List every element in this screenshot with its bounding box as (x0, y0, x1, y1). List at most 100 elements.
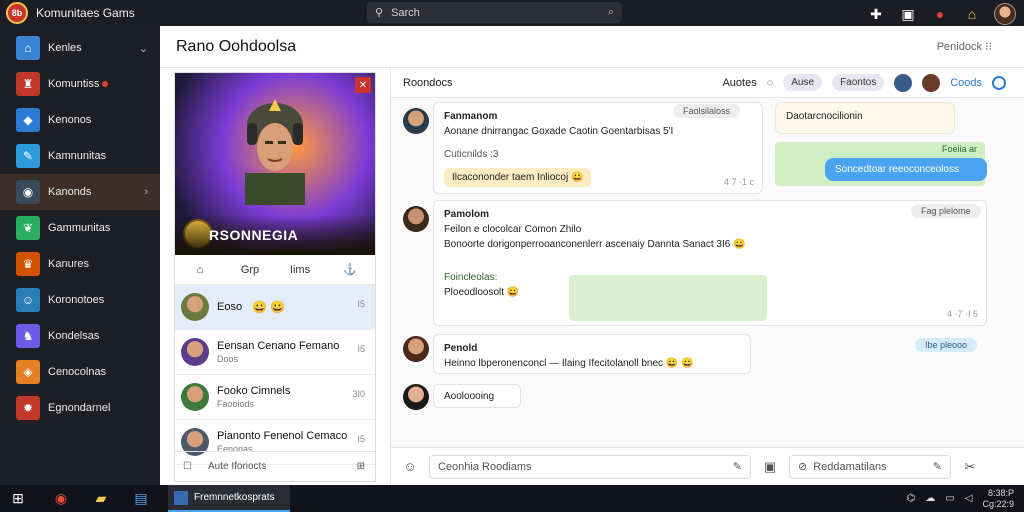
avatar[interactable] (403, 336, 429, 362)
search-submit-icon[interactable]: ⌕ (608, 6, 614, 19)
home-icon[interactable]: ⌂ (962, 4, 982, 24)
trophy-icon: ♛ (16, 252, 40, 276)
green-label: Foeiia ar (941, 144, 977, 154)
sidebar-item[interactable]: ⌂ Kenles ⌄ (0, 30, 160, 66)
pill-button[interactable]: Ause (783, 74, 823, 91)
footer-label[interactable]: Aute Iforiocts (208, 461, 266, 472)
user-avatar[interactable] (994, 3, 1016, 25)
friend-name: Eoso (217, 301, 243, 313)
timestamp: 4 7 ·1 c (723, 176, 754, 187)
sidebar-item-label: Kondelsas (48, 330, 100, 342)
settings-icon[interactable]: ◌ (767, 77, 774, 89)
image-icon[interactable]: ▣ (761, 458, 779, 476)
checkbox-icon[interactable]: ☐ (183, 461, 192, 472)
status-ring-icon[interactable] (992, 75, 1006, 90)
friend-status: Faooiods (217, 399, 255, 409)
list-item[interactable]: Fooko Cimnels Faooiods 3I0 (175, 375, 375, 420)
folder-icon[interactable]: ▰ (86, 485, 116, 512)
sidebar-item[interactable]: ♞ Kondelsas (0, 318, 160, 354)
home-icon: ⌂ (16, 36, 40, 60)
display-icon[interactable]: ▭ (945, 493, 954, 504)
fire-icon: ✹ (16, 396, 40, 420)
close-icon[interactable]: ✕ (355, 77, 371, 93)
sidebar-item[interactable]: ✹ Egnondarnel (0, 390, 160, 426)
gem-icon: ◈ (16, 360, 40, 384)
page-title: Rano Oohdoolsa (176, 37, 297, 55)
chevron-icon[interactable]: › (144, 186, 148, 198)
friends-list: Eoso 😀 😀 I5 Eensan Cenano Femano Doos I5 Fooko… (175, 285, 375, 465)
sidebar-item[interactable]: ♜ Komuntiss (0, 66, 160, 102)
inbox-icon[interactable]: ▣ (898, 4, 918, 24)
message-input[interactable]: Ceonhia Roodiams ✎ (429, 454, 751, 479)
store-icon[interactable]: ▤ (126, 485, 156, 512)
header-menu[interactable]: Penidock ⁝⁝ (937, 40, 992, 53)
avatar (181, 383, 209, 411)
taskbar-app-button[interactable]: Fremnnetkosprats (168, 485, 290, 512)
chevron-icon[interactable]: ⌄ (139, 42, 148, 55)
message-text-2: Bonoorte dorigonperrooanconenlerr ascena… (444, 239, 746, 250)
clock[interactable]: 8:38:P Cg:22:9 (982, 488, 1014, 510)
home-tab-icon[interactable]: ⌂ (175, 264, 225, 276)
participant-avatar[interactable] (894, 73, 913, 92)
network-icon[interactable]: ⌬ (907, 493, 916, 504)
friend-name: Fooko Cimnels (217, 385, 291, 397)
sidebar-item[interactable]: ❦ Gammunitas (0, 210, 160, 246)
sidebar-item-label: Kanonds (48, 186, 92, 198)
secondary-input[interactable]: ⊘ Reddamatilans ✎ (789, 454, 951, 479)
message-bubble: Aooloooing (433, 384, 521, 408)
message-tag[interactable]: Faolsilaloss (673, 104, 741, 118)
hero-character-image (245, 99, 305, 205)
avatar[interactable] (403, 108, 429, 134)
browser-icon[interactable]: ◉ (46, 485, 76, 512)
list-item[interactable]: Eoso 😀 😀 I5 (175, 285, 375, 330)
character-icon: ☺ (16, 288, 40, 312)
sticker-icon[interactable]: ☺ (401, 458, 419, 476)
controller-icon: ◉ (16, 180, 40, 204)
taskbar-app-label: Fremnnetkosprats (194, 492, 275, 503)
list-item[interactable]: Eensan Cenano Femano Doos I5 (175, 330, 375, 375)
search-icon: ⚲ (375, 7, 384, 19)
puzzle-icon[interactable]: ✚ (866, 4, 886, 24)
sidebar-item-label: Komuntiss (48, 78, 100, 90)
actions-label[interactable]: Auotes (722, 77, 756, 89)
sidebar-item-label: Kenles (48, 42, 82, 54)
pen-icon[interactable]: ✎ (733, 460, 742, 473)
game-card: ✕ RSONNEGIA ⌂ Grp Iims ⚓ Eoso 😀 😀 I5 Eensan… (174, 72, 376, 482)
avatar[interactable] (403, 206, 429, 232)
notification-icon[interactable]: ● (930, 4, 950, 24)
chat-title: Roondocs (403, 76, 453, 89)
tab-items[interactable]: Iims (275, 264, 325, 276)
anchor-icon[interactable]: ⚓ (325, 263, 375, 276)
friend-name: Eensan Cenano Femano (217, 340, 340, 352)
community-icon: ♜ (16, 72, 40, 96)
avatar[interactable] (403, 384, 429, 410)
message-text: Heinno lbperonenconcl — Ilaing Ifecitola… (444, 358, 694, 369)
sidebar-item[interactable]: ◈ Cenocolnas (0, 354, 160, 390)
sidebar-item[interactable]: ◉ Kanonds › (0, 174, 160, 210)
windows-start-icon[interactable]: ⊞ (0, 485, 36, 512)
friend-count: I5 (357, 344, 365, 354)
message-tag[interactable]: Fag plelome (911, 204, 981, 218)
emoji-icon: 😀 😀 (252, 300, 286, 314)
cloud-icon[interactable]: ☁ (925, 493, 935, 504)
timestamp: 4 ·7 ·I 5 (946, 308, 978, 319)
pen-icon[interactable]: ✎ (933, 460, 942, 473)
sidebar-item[interactable]: ◆ Kenonos (0, 102, 160, 138)
volume-icon[interactable]: ◁ (965, 493, 973, 504)
message-bubble: Pamolom Feilon e clocolcar Comon Zhilo B… (433, 200, 987, 326)
tools-icon[interactable]: ✂ (961, 458, 979, 476)
grid-icon[interactable]: ⊞ (357, 461, 365, 472)
participant-avatar[interactable] (922, 73, 941, 92)
taskbar: ⊞ ◉ ▰ ▤ Fremnnetkosprats ⌬ ☁ ▭ ◁ 8:38:P … (0, 485, 1024, 512)
chat-icon: ✎ (16, 144, 40, 168)
search-input[interactable]: ⚲ Sarch ⌕ (367, 2, 622, 23)
sidebar-item[interactable]: ☺ Koronotoes (0, 282, 160, 318)
message-tag[interactable]: Ibe pleooo (915, 338, 978, 352)
codes-link[interactable]: Coods (950, 77, 982, 89)
sidebar-item-label: Cenocolnas (48, 366, 107, 378)
sidebar-item[interactable]: ✎ Kamnunitas (0, 138, 160, 174)
sidebar-item[interactable]: ♛ Kanures (0, 246, 160, 282)
tab-group[interactable]: Grp (225, 264, 275, 276)
pill-button-2[interactable]: Faontos (832, 74, 885, 91)
main-header: Rano Oohdoolsa Penidock ⁝⁝ (160, 26, 1024, 68)
